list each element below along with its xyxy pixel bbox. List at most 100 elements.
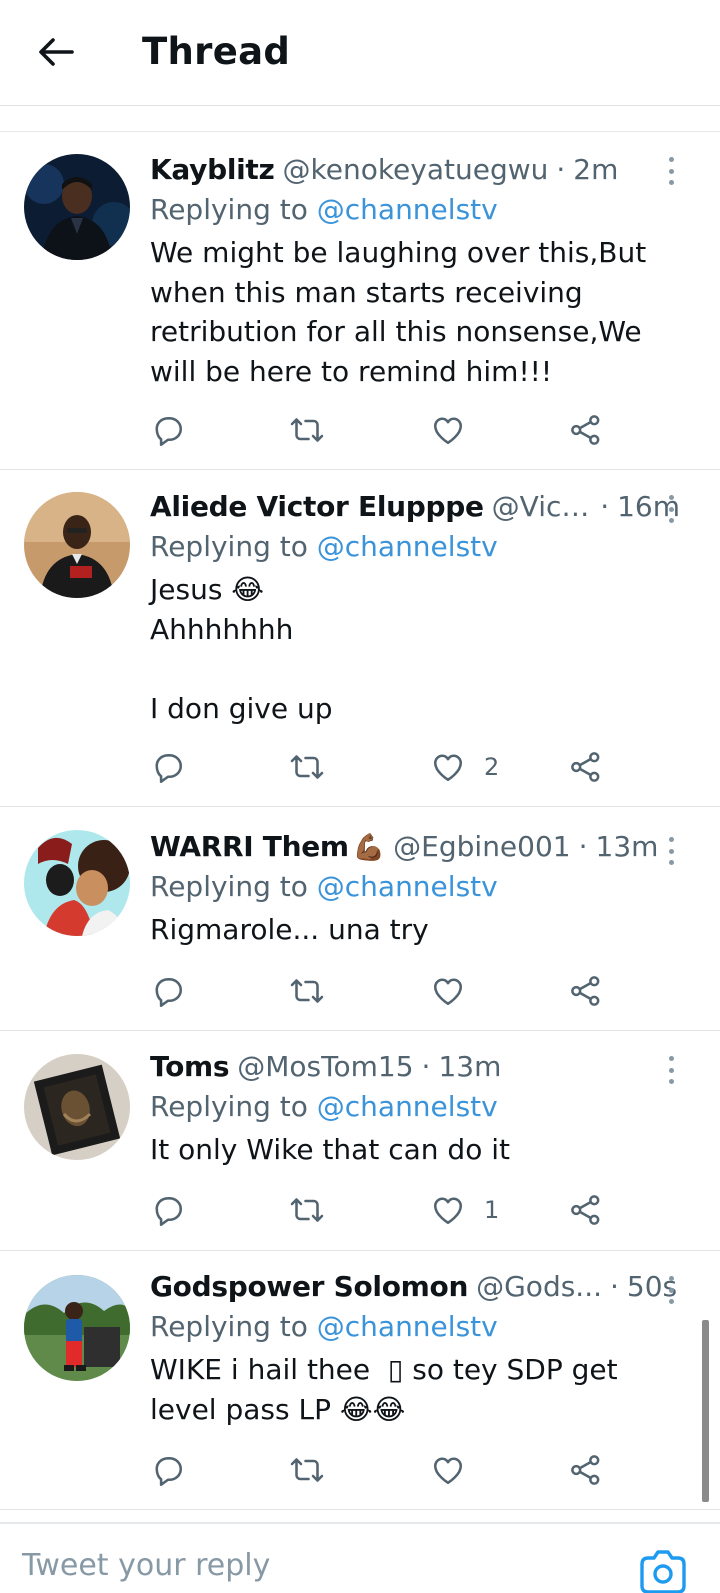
share-button[interactable]	[568, 968, 604, 1014]
share-icon	[571, 752, 600, 782]
share-icon	[571, 1455, 600, 1485]
separator-dot: ·	[421, 1050, 431, 1083]
retweet-button[interactable]	[288, 744, 326, 790]
separator-dot: ·	[556, 153, 566, 186]
retweet-icon	[290, 1198, 324, 1222]
share-button[interactable]	[568, 744, 604, 790]
heart-icon	[433, 978, 463, 1006]
heart-icon	[433, 1457, 463, 1485]
tweet-actions: 1	[150, 1187, 650, 1233]
like-button[interactable]: 2	[430, 744, 499, 790]
display-name[interactable]: Kayblitz	[150, 150, 275, 190]
display-name[interactable]: Godspower Solomon	[150, 1267, 468, 1307]
retweet-button[interactable]	[288, 1187, 326, 1233]
tweet-actions	[150, 1447, 650, 1493]
avatar[interactable]	[24, 1054, 130, 1160]
more-options-button[interactable]	[660, 1273, 682, 1307]
back-button[interactable]	[28, 28, 84, 76]
tweet-header: Toms @MosTom15 · 13m	[150, 1047, 680, 1087]
avatar[interactable]	[24, 830, 130, 936]
timestamp[interactable]: 13m	[438, 1047, 501, 1087]
display-name[interactable]: WARRI Them	[150, 827, 349, 867]
reply-icon	[155, 417, 183, 446]
mention-link[interactable]: @channelstv	[317, 870, 498, 903]
reply-button[interactable]	[150, 1187, 186, 1233]
share-button[interactable]	[568, 1447, 604, 1493]
more-vertical-icon	[668, 495, 674, 500]
page-title: Thread	[142, 30, 291, 73]
more-vertical-icon	[668, 1056, 674, 1061]
tweet-header: Kayblitz @kenokeyatuegwu · 2m	[150, 150, 680, 190]
heart-icon	[433, 1197, 463, 1225]
share-icon	[571, 415, 600, 445]
mention-link[interactable]: @channelstv	[317, 1090, 498, 1123]
timestamp[interactable]: 13m	[596, 827, 659, 867]
tweet-text: It only Wike that can do it	[150, 1133, 510, 1166]
replying-to: Replying to @channelstv	[150, 190, 680, 230]
tweet[interactable]: Kayblitz @kenokeyatuegwu · 2m Replying t…	[0, 132, 720, 470]
more-options-button[interactable]	[660, 492, 682, 526]
tweet[interactable]: Toms @MosTom15 · 13m Replying to @channe…	[0, 1031, 720, 1251]
reply-button[interactable]	[150, 744, 186, 790]
share-button[interactable]	[568, 1187, 604, 1233]
avatar[interactable]	[24, 492, 130, 598]
scrollbar[interactable]	[702, 1320, 709, 1502]
mention-link[interactable]: @channelstv	[317, 193, 498, 226]
more-vertical-icon	[668, 157, 674, 162]
separator-dot: ·	[578, 830, 588, 863]
user-handle[interactable]: @kenokeyatuegwu	[283, 150, 549, 190]
share-button[interactable]	[568, 407, 604, 453]
reply-button[interactable]	[150, 407, 186, 453]
replying-to: Replying to @channelstv	[150, 527, 680, 567]
replying-to-label: Replying to	[150, 530, 317, 563]
like-count: 1	[484, 1196, 500, 1224]
reply-input[interactable]: Tweet your reply	[22, 1548, 270, 1583]
replying-to: Replying to @channelstv	[150, 867, 680, 907]
display-name[interactable]: Toms	[150, 1047, 230, 1087]
separator-dot: ·	[600, 490, 610, 523]
reply-icon	[155, 978, 183, 1007]
heart-icon	[433, 417, 463, 445]
heart-icon	[433, 754, 463, 782]
timestamp[interactable]: 2m	[573, 150, 618, 190]
like-button[interactable]	[430, 968, 484, 1014]
replying-to-label: Replying to	[150, 870, 317, 903]
retweet-icon	[290, 755, 324, 779]
camera-button[interactable]	[636, 1546, 690, 1593]
user-handle[interactable]: @Egbine001	[393, 827, 570, 867]
replying-to-label: Replying to	[150, 193, 317, 226]
more-options-button[interactable]	[660, 154, 682, 188]
reply-icon	[155, 754, 183, 783]
mention-link[interactable]: @channelstv	[317, 530, 498, 563]
tweet-text: We might be laughing over this,But when …	[150, 236, 656, 388]
like-button[interactable]	[430, 407, 484, 453]
name-emoji: 💪🏾	[352, 833, 386, 863]
more-options-button[interactable]	[660, 834, 682, 868]
separator-dot: ·	[610, 1270, 619, 1303]
avatar[interactable]	[24, 154, 130, 260]
user-handle[interactable]: @Vict...	[492, 487, 593, 527]
tweet-text: Rigmarole... una try	[150, 913, 429, 946]
more-vertical-icon	[668, 1276, 674, 1281]
tweet-actions: 2	[150, 744, 650, 790]
retweet-icon	[290, 979, 324, 1003]
tweet[interactable]: Godspower Solomon @Gods... · 50s Replyin…	[0, 1251, 720, 1510]
retweet-button[interactable]	[288, 968, 326, 1014]
reply-icon	[155, 1197, 183, 1226]
user-handle[interactable]: @MosTom15	[237, 1047, 413, 1087]
avatar[interactable]	[24, 1275, 130, 1381]
display-name[interactable]: Aliede Victor Elupppe	[150, 487, 484, 527]
retweet-button[interactable]	[288, 1447, 326, 1493]
retweet-button[interactable]	[288, 407, 326, 453]
like-button[interactable]: 1	[430, 1187, 499, 1233]
mention-link[interactable]: @channelstv	[317, 1310, 498, 1343]
retweet-icon	[290, 1458, 324, 1482]
user-handle[interactable]: @Gods...	[476, 1267, 602, 1307]
reply-button[interactable]	[150, 968, 186, 1014]
reply-button[interactable]	[150, 1447, 186, 1493]
tweet[interactable]: Aliede Victor Elupppe @Vict... · 16m Rep…	[0, 470, 720, 807]
like-button[interactable]	[430, 1447, 484, 1493]
more-options-button[interactable]	[660, 1053, 682, 1087]
tweet[interactable]: WARRI Them 💪🏾 @Egbine001 · 13m Replying …	[0, 807, 720, 1031]
reply-icon	[155, 1457, 183, 1486]
